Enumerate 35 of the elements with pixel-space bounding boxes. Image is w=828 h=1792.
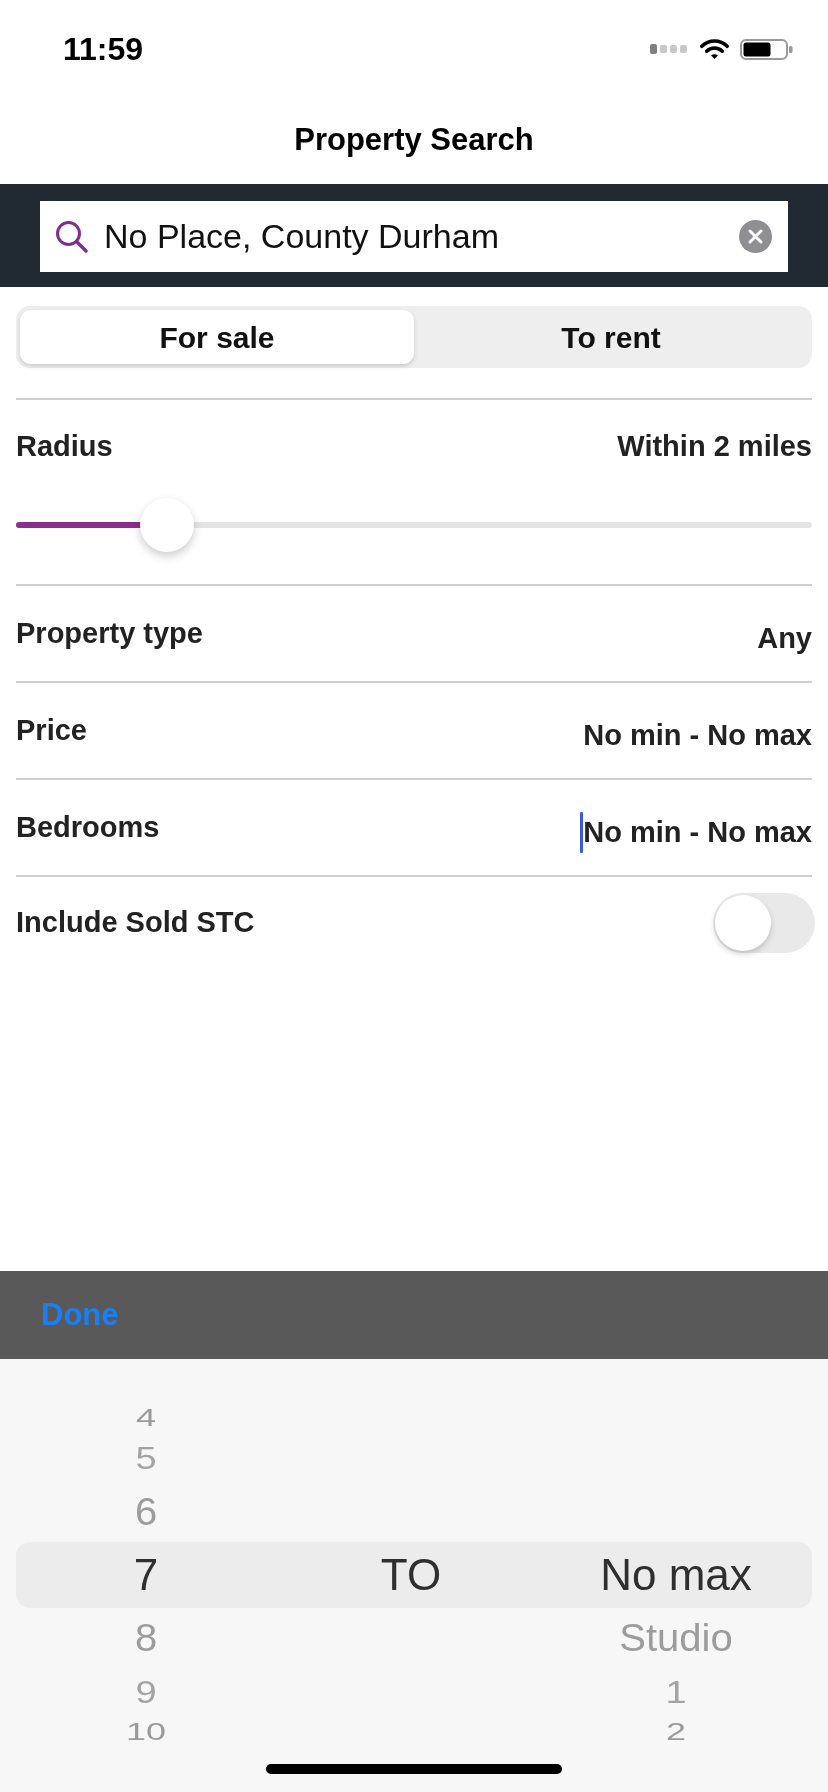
screen-title: Property Search xyxy=(294,120,534,159)
clear-icon[interactable] xyxy=(739,220,772,253)
filter-label: Include Sold STC xyxy=(16,905,255,941)
toggle-switch[interactable] xyxy=(713,893,815,953)
segment-tab[interactable]: To rent xyxy=(414,310,808,364)
done-button[interactable]: Done xyxy=(41,1291,119,1339)
picker-option[interactable]: 5 xyxy=(135,1442,157,1474)
search-bar[interactable]: No Place, County Durham xyxy=(40,201,788,272)
picker-option[interactable]: 6 xyxy=(134,1493,158,1531)
picker-option[interactable]: No max xyxy=(600,1553,752,1597)
picker-option[interactable]: 4 xyxy=(136,1405,156,1431)
picker-label: TO xyxy=(380,1553,442,1597)
picker-option[interactable]: Studio xyxy=(619,1619,733,1657)
slider-thumb[interactable] xyxy=(140,498,195,552)
filter-label: Price xyxy=(16,712,87,748)
picker-option[interactable]: 7 xyxy=(133,1553,159,1597)
picker-option[interactable]: 9 xyxy=(135,1676,157,1708)
filter-label: Bedrooms xyxy=(16,809,160,845)
picker-option[interactable]: 2 xyxy=(666,1719,686,1745)
filter-value: Within 2 miles xyxy=(617,429,812,465)
filter-label: Property type xyxy=(16,615,203,651)
search-icon xyxy=(55,220,88,253)
status-time: 11:59 xyxy=(63,33,144,65)
picker-option[interactable]: 1 xyxy=(665,1676,687,1708)
filter-label: Radius xyxy=(16,429,113,465)
filter-value[interactable]: No min - No max xyxy=(583,810,812,855)
signal-icon xyxy=(650,44,689,54)
radius-slider[interactable] xyxy=(16,498,812,552)
wifi-icon xyxy=(699,38,730,60)
filter-value[interactable]: Any xyxy=(757,616,812,661)
filter-value[interactable]: No min - No max xyxy=(583,713,812,758)
segment-tab[interactable]: For sale xyxy=(20,310,414,364)
picker-option[interactable]: 8 xyxy=(134,1619,158,1657)
picker-option[interactable]: 10 xyxy=(125,1719,166,1745)
battery-icon xyxy=(740,38,793,60)
